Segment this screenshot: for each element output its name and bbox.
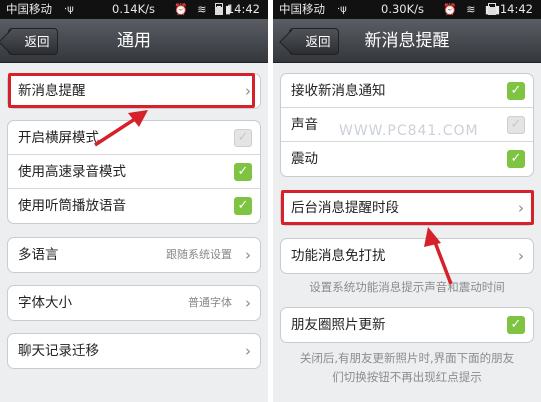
red-arrow-annotation <box>424 227 453 285</box>
left-screen: 中国移动 ⋅ψ 0.14K/s ⏰ ≋ ▮▮ 14:42 返回 通用 新消息提醒… <box>0 0 268 402</box>
red-arrow-annotation <box>94 110 148 147</box>
right-screen: 中国移动 ⋅ψ 0.30K/s ⏰ ≋ ▮▮ 14:42 返回 新消息提醒 接收… <box>273 0 541 402</box>
